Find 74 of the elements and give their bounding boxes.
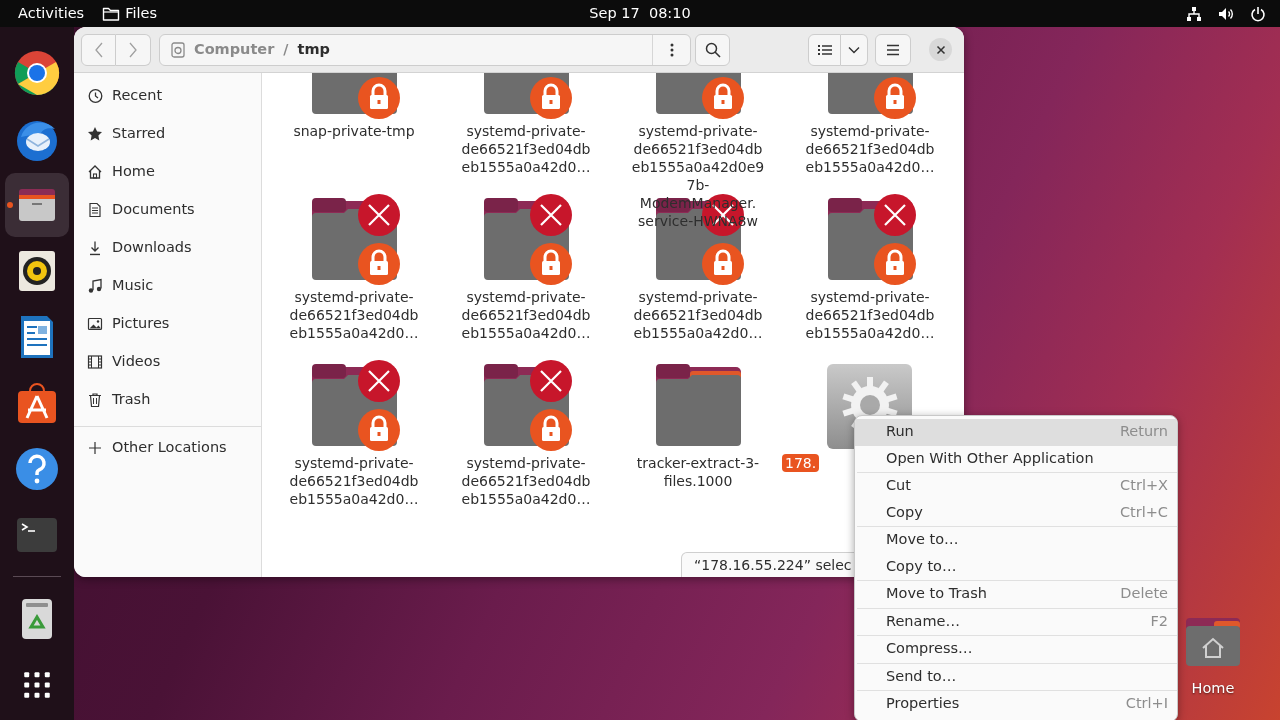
menu-item[interactable]: Rename… F2 xyxy=(855,608,1177,635)
close-icon xyxy=(935,44,946,55)
menu-item[interactable]: Move to… xyxy=(855,527,1177,554)
search-button[interactable] xyxy=(695,33,730,66)
file-name[interactable]: systemd-private- de66521f3ed04db eb1555a0a42d0… xyxy=(630,288,766,342)
sidebar-item[interactable]: Documents xyxy=(74,191,261,229)
menu-item[interactable]: Move to Trash Delete xyxy=(855,581,1177,608)
list-icon xyxy=(817,43,832,56)
app-menu[interactable]: Files xyxy=(125,2,157,25)
view-list-button[interactable] xyxy=(808,33,841,66)
menu-button[interactable] xyxy=(875,33,911,66)
sidebar-item[interactable]: Recent xyxy=(74,77,261,115)
power-icon[interactable] xyxy=(1250,5,1266,22)
close-button[interactable] xyxy=(929,38,952,61)
file-name[interactable]: systemd-private- de66521f3ed04db eb1555a0a42d0… xyxy=(802,288,938,342)
sidebar-item[interactable]: Home xyxy=(74,153,261,191)
file-name[interactable]: systemd-private- de66521f3ed04db eb1555a0a42d0… xyxy=(458,288,594,342)
shortcut-label: F2 xyxy=(1150,611,1168,631)
menu-item[interactable]: Compress… xyxy=(855,636,1177,663)
sidebar-item[interactable]: Downloads xyxy=(74,229,261,267)
file-name[interactable]: systemd-private- de66521f3ed04db eb1555a0a42d0… xyxy=(458,122,594,176)
download-icon xyxy=(87,240,103,256)
sidebar-item[interactable]: Pictures xyxy=(74,305,261,343)
menu-item[interactable]: Open With Other Application xyxy=(855,445,1177,472)
menu-item[interactable]: Properties Ctrl+I xyxy=(855,691,1177,718)
folder-icon xyxy=(102,5,121,22)
clock-icon xyxy=(87,88,103,104)
running-indicator xyxy=(7,202,13,208)
clock[interactable]: Sep 17 08:10 xyxy=(589,2,691,25)
file-name[interactable]: systemd-private- de66521f3ed04db eb1555a0a42d0… xyxy=(286,454,422,508)
shortcut-label: Ctrl+X xyxy=(1120,476,1168,496)
search-icon xyxy=(704,41,721,58)
network-icon[interactable] xyxy=(1186,5,1202,22)
file-name[interactable]: systemd-private- de66521f3ed04db eb1555a0a42d0… xyxy=(458,454,594,508)
image-icon xyxy=(87,316,103,332)
caret-icon xyxy=(848,45,860,54)
film-icon xyxy=(87,354,103,370)
sidebar-item[interactable]: Trash xyxy=(74,381,261,419)
dock-highlight[interactable] xyxy=(5,173,69,237)
activities-button[interactable]: Activities xyxy=(18,2,85,25)
document-icon xyxy=(87,202,103,218)
file-name[interactable]: 178. xyxy=(782,454,820,472)
home-folder-icon[interactable] xyxy=(1184,616,1242,668)
sidebar-item[interactable]: Videos xyxy=(74,343,261,381)
shortcut-label: Delete xyxy=(1120,584,1168,604)
file-name[interactable]: systemd-private- de66521f3ed04db eb1555a0a42d0… xyxy=(802,122,938,176)
menu-item[interactable]: Copy Ctrl+C xyxy=(855,499,1177,526)
menu-item[interactable]: Cut Ctrl+X xyxy=(855,473,1177,500)
menu-icon xyxy=(886,43,900,56)
path-bar[interactable]: Computer / tmp xyxy=(159,33,691,66)
view-options-button[interactable] xyxy=(841,33,868,66)
kebab-icon xyxy=(669,42,674,57)
help-icon[interactable] xyxy=(13,445,61,493)
file-name[interactable]: snap-private-tmp xyxy=(290,122,418,140)
trash-icon xyxy=(87,392,103,408)
shortcut-label: Ctrl+I xyxy=(1125,694,1168,714)
menu-item[interactable]: Run Return xyxy=(855,419,1177,446)
shortcut-label: Ctrl+C xyxy=(1119,502,1168,522)
sidebar-item[interactable]: Starred xyxy=(74,115,261,153)
path-separator: / xyxy=(283,40,289,59)
file-name[interactable]: tracker-extract-3- files.1000 xyxy=(633,454,763,490)
path-segment[interactable]: tmp xyxy=(297,38,330,61)
shortcut-label: Return xyxy=(1119,422,1168,442)
star-icon xyxy=(87,126,103,142)
browser-icon[interactable] xyxy=(13,49,61,97)
plus-icon xyxy=(87,440,103,456)
desktop-icon-label[interactable]: Home xyxy=(1191,678,1235,700)
sidebar-item[interactable]: Other Locations xyxy=(74,429,261,467)
music-note-icon xyxy=(87,278,103,294)
home-icon xyxy=(87,164,103,180)
sidebar-item[interactable]: Music xyxy=(74,267,261,305)
drive-icon xyxy=(171,41,185,58)
file-name[interactable]: systemd-private- de66521f3ed04db eb1555a0a42d0… xyxy=(286,288,422,342)
menu-item[interactable]: Send to… xyxy=(855,663,1177,690)
